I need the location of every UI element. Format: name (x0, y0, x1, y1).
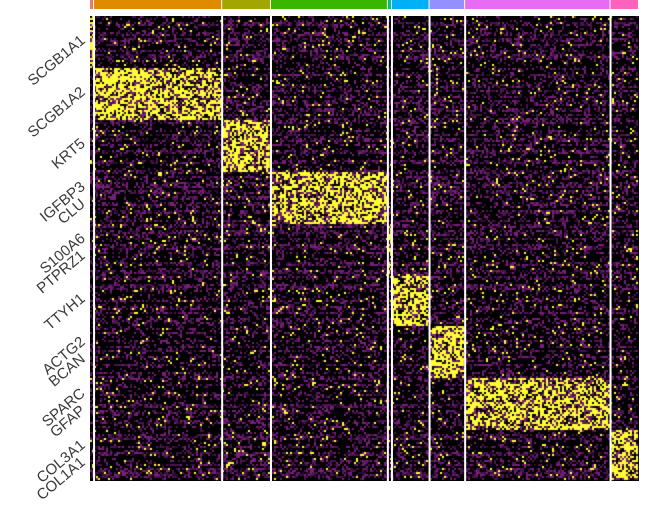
cluster-separator (428, 16, 431, 481)
heatmap-body (90, 16, 639, 481)
heatmap-cells (90, 16, 639, 481)
cluster-bar-segment (94, 0, 222, 9)
cluster-bar-segment (222, 0, 270, 9)
gene-label: TTYH1 (41, 290, 88, 334)
cluster-separator (386, 16, 389, 481)
cluster-bar-segment (270, 0, 387, 9)
cluster-separator (269, 16, 272, 481)
cluster-color-bar (90, 0, 638, 9)
gene-label: SCGB1A1 (25, 32, 89, 90)
cluster-bar-segment (429, 0, 465, 9)
gene-label: SCGB1A2 (25, 84, 89, 142)
cluster-separator (464, 16, 467, 481)
cluster-bar-segment (387, 0, 391, 9)
cluster-separator (221, 16, 224, 481)
cluster-bar-segment (610, 0, 638, 9)
cluster-bar-segment (90, 0, 94, 9)
cluster-separator (609, 16, 612, 481)
gene-label: KRT5 (48, 135, 88, 172)
gene-labels: SCGB1A1SCGB1A2KRT5IGFBP3CLUS100A6PTPRZ1T… (25, 32, 89, 504)
cluster-separator (390, 16, 393, 481)
heatmap-chart: SCGB1A1SCGB1A2KRT5IGFBP3CLUS100A6PTPRZ1T… (25, 0, 639, 504)
cluster-bar-segment (465, 0, 610, 9)
cluster-bar-segment (391, 0, 429, 9)
cluster-separator (93, 16, 96, 481)
